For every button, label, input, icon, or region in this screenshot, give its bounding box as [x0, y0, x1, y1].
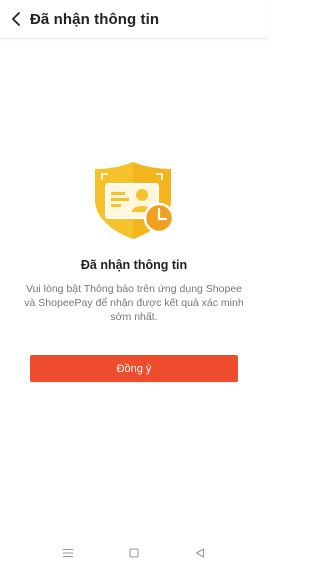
success-heading: Đã nhận thông tin	[80, 258, 188, 272]
back-triangle-icon	[195, 548, 205, 558]
top-bar: Đã nhận thông tin	[0, 0, 268, 39]
home-square-icon	[129, 548, 139, 558]
nav-back-button[interactable]	[167, 548, 233, 558]
shield-id-card-clock-icon	[95, 162, 175, 239]
menu-icon	[63, 548, 73, 558]
nav-home-button[interactable]	[101, 548, 167, 558]
page-title: Đã nhận thông tin	[30, 10, 160, 28]
back-button[interactable]	[2, 0, 30, 38]
main-content: Đã nhận thông tin Vui lòng bật Thông báo…	[0, 160, 268, 324]
chevron-left-icon	[12, 12, 20, 26]
nav-menu-button[interactable]	[35, 548, 101, 558]
confirm-button[interactable]: Đồng ý	[30, 355, 238, 382]
notification-description: Vui lòng bật Thông báo trên ứng dụng Sho…	[24, 283, 244, 323]
system-nav-bar	[0, 538, 268, 568]
